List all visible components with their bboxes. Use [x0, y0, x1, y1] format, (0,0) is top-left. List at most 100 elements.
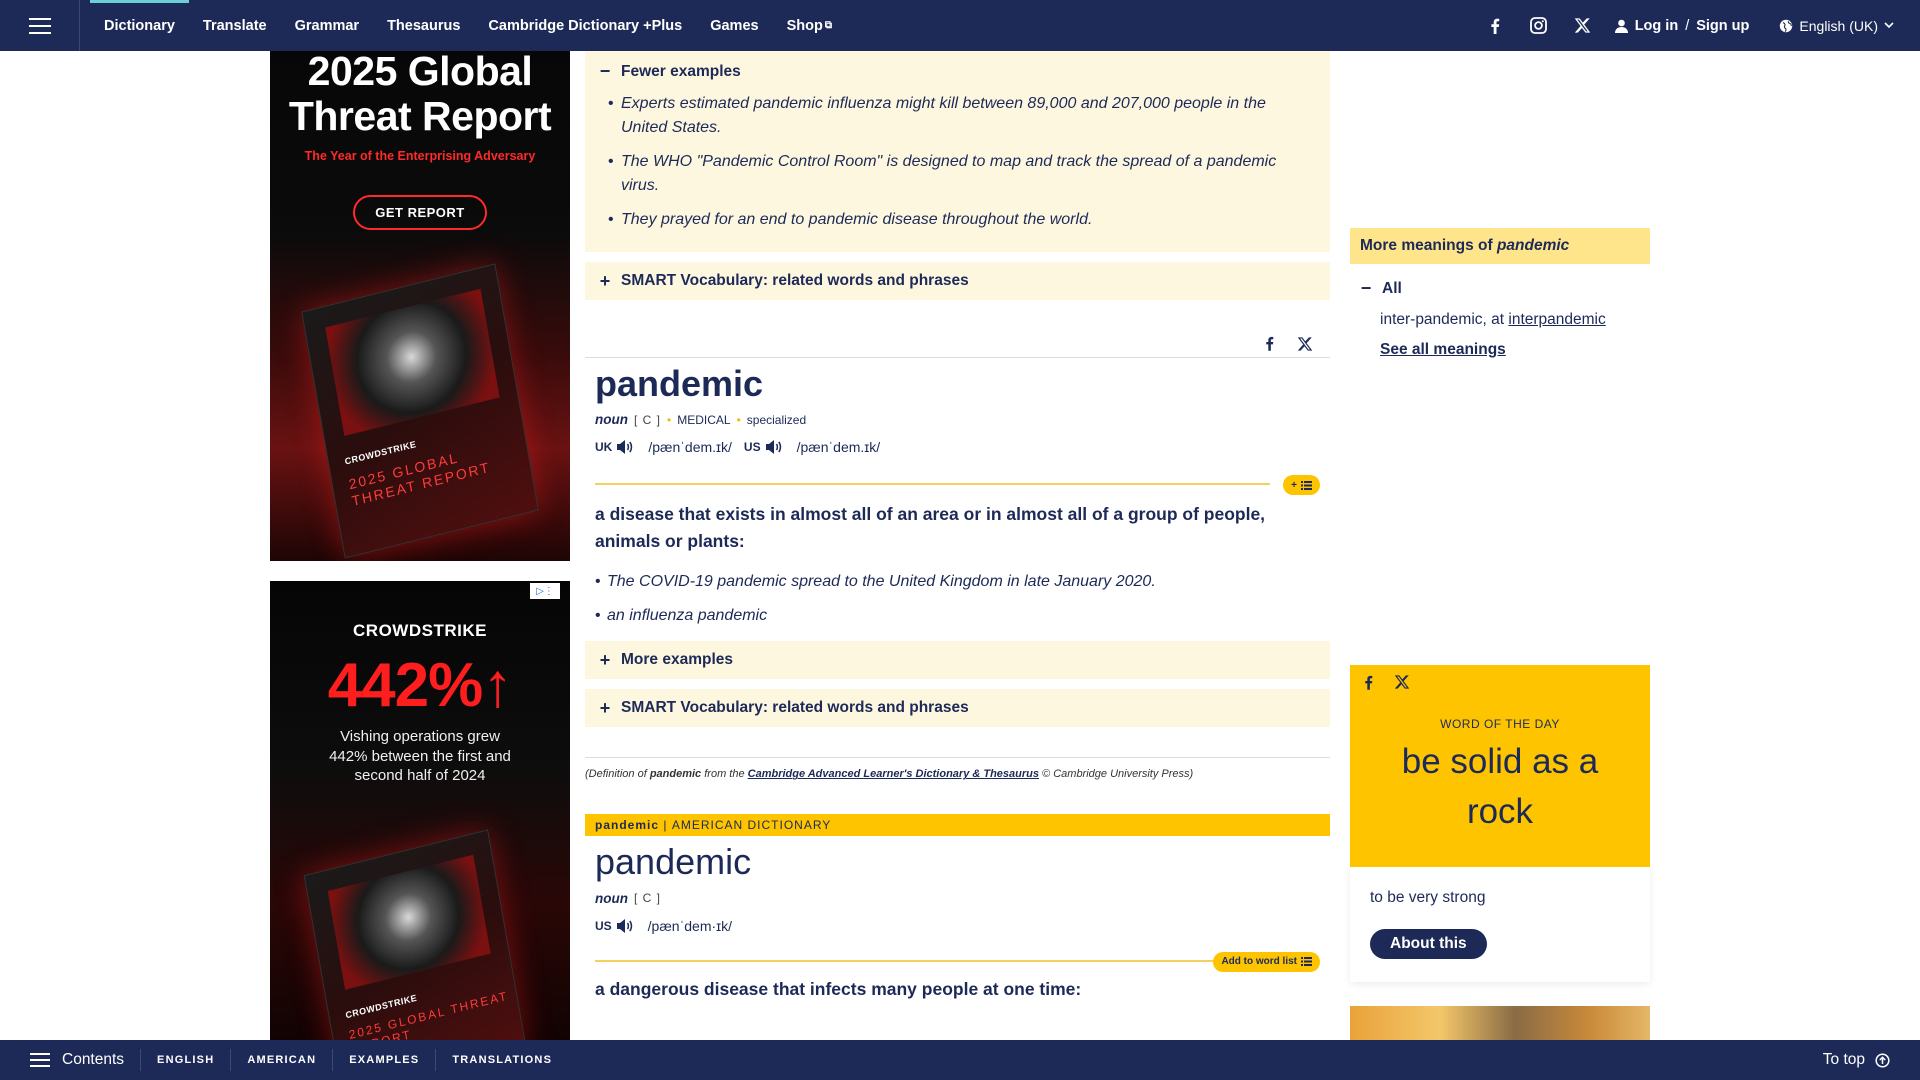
- nav-grammar[interactable]: Grammar: [281, 0, 373, 51]
- see-all-meanings-link[interactable]: See all meanings: [1360, 341, 1650, 359]
- ad-get-report-button[interactable]: GET REPORT: [353, 195, 487, 231]
- jump-examples[interactable]: EXAMPLES: [332, 1049, 435, 1071]
- facebook-icon[interactable]: [1364, 675, 1373, 690]
- examples-box: − Fewer examples Experts estimated pande…: [585, 51, 1330, 252]
- us-label: US: [743, 440, 761, 455]
- x-icon[interactable]: [1561, 0, 1605, 51]
- facebook-icon[interactable]: [1265, 336, 1274, 351]
- definition-divider: Add to word list: [595, 951, 1330, 972]
- blog-thumbnail-image[interactable]: [1350, 1006, 1650, 1040]
- wotd-share-row: [1364, 675, 1409, 690]
- jump-american[interactable]: AMERICAN: [230, 1049, 332, 1071]
- smart-vocabulary-toggle[interactable]: + SMART Vocabulary: related words and ph…: [585, 689, 1330, 728]
- x-icon[interactable]: [1298, 337, 1312, 351]
- citation-word: pandemic: [649, 768, 702, 781]
- more-examples-label: More examples: [621, 651, 733, 669]
- add-to-word-list-button[interactable]: +: [1283, 475, 1320, 496]
- domain-label: MEDICAL: [677, 412, 731, 427]
- nav-games[interactable]: Games: [696, 0, 772, 51]
- ad-subtitle: The Year of the Enterprising Adversary: [304, 149, 536, 164]
- headword: pandemic: [595, 363, 764, 404]
- more-meanings-panel: More meanings of pandemic − All inter-pa…: [1350, 228, 1650, 359]
- part-of-speech-line: noun [ C ] • MEDICAL • specialized: [585, 412, 1330, 427]
- login-link[interactable]: Log in: [1635, 18, 1679, 34]
- more-meanings-all-toggle[interactable]: − All: [1360, 278, 1650, 299]
- example-item: The WHO "Pandemic Control Room" is desig…: [599, 150, 1315, 198]
- instagram-icon[interactable]: [1517, 0, 1561, 51]
- speaker-icon[interactable]: [765, 439, 783, 455]
- nav-plus[interactable]: Cambridge Dictionary +Plus: [474, 0, 696, 51]
- contents-button[interactable]: Contents: [0, 1051, 140, 1069]
- list-icon: [1301, 957, 1312, 967]
- chevron-down-icon: [1884, 22, 1894, 29]
- fewer-examples-toggle[interactable]: − Fewer examples: [599, 61, 1315, 82]
- ad-statistic: 442%↑: [327, 651, 514, 720]
- word-of-the-day-card: WORD OF THE DAY be solid as a rock to be…: [1350, 665, 1650, 982]
- signup-link[interactable]: Sign up: [1696, 18, 1749, 34]
- entry-share-row: [585, 300, 1330, 358]
- login-separator: /: [1685, 17, 1690, 34]
- definition-examples: The COVID-19 pandemic spread to the Unit…: [585, 571, 1330, 627]
- add-to-word-list-button[interactable]: Add to word list: [1213, 951, 1320, 972]
- advertisement-vishing[interactable]: ▷⋮ CROWDSTRIKE 442%↑ Vishing operations …: [270, 581, 570, 1040]
- american-part-of-speech-line: noun [ C ]: [585, 891, 1330, 906]
- about-this-button[interactable]: About this: [1370, 929, 1487, 959]
- advertisement-threat-report[interactable]: 2025 Global Threat Report The Year of th…: [270, 51, 570, 561]
- ad-choices-icon[interactable]: ▷⋮: [530, 583, 560, 599]
- main-content: − Fewer examples Experts estimated pande…: [585, 51, 1330, 1003]
- facebook-icon[interactable]: [1473, 0, 1517, 51]
- ad-book-text: 2025 GLOBAL THREAT REPORT: [347, 449, 492, 509]
- more-meanings-header: More meanings of pandemic: [1350, 228, 1650, 264]
- arrow-up-circle-icon: [1875, 1052, 1890, 1068]
- more-examples-toggle[interactable]: + More examples: [585, 641, 1330, 680]
- separator-dot: •: [736, 412, 741, 427]
- ad-title: 2025 Global Threat Report: [288, 51, 552, 140]
- more-meanings-all-label: All: [1382, 279, 1402, 297]
- nav-dictionary[interactable]: Dictionary: [90, 0, 189, 51]
- to-top-label: To top: [1822, 1051, 1865, 1068]
- register-label[interactable]: specialized: [747, 413, 806, 427]
- more-meanings-item: inter-pandemic, at interpandemic: [1360, 311, 1650, 329]
- globe-icon: [1780, 19, 1793, 32]
- nav-translate[interactable]: Translate: [189, 0, 281, 51]
- wotd-word[interactable]: be solid as a rock: [1350, 737, 1650, 837]
- example-list: Experts estimated pandemic influenza mig…: [599, 92, 1315, 232]
- nav-right: Log in / Sign up English (UK): [1473, 0, 1920, 51]
- plus-icon: +: [1291, 479, 1297, 491]
- contents-label: Contents: [62, 1051, 125, 1068]
- plus-icon: +: [599, 697, 611, 718]
- grammar-code[interactable]: [ C ]: [634, 413, 661, 427]
- jump-translations[interactable]: TRANSLATIONS: [435, 1049, 568, 1071]
- nav-shop[interactable]: Shop ⧉: [773, 0, 846, 51]
- us-ipa: /pænˈdem.ɪk/: [796, 439, 881, 456]
- example-item: an influenza pandemic: [585, 605, 1330, 627]
- jump-english[interactable]: ENGLISH: [140, 1049, 230, 1071]
- more-meanings-item-text: inter-pandemic, at: [1380, 311, 1509, 328]
- x-icon[interactable]: [1395, 675, 1409, 689]
- speaker-icon[interactable]: [616, 918, 634, 934]
- nav-shop-label: Shop: [786, 17, 823, 34]
- ad-book-art: [327, 854, 491, 990]
- american-bar-word: pandemic: [595, 818, 660, 833]
- menu-icon[interactable]: [0, 0, 80, 51]
- word-of-the-day-body: to be very strong About this: [1350, 867, 1650, 982]
- main-nav: Dictionary Translate Grammar Thesaurus C…: [90, 0, 846, 51]
- citation-prefix: (Definition of: [585, 768, 650, 781]
- login-signup[interactable]: Log in / Sign up: [1614, 17, 1749, 34]
- american-bar-label: AMERICAN DICTIONARY: [671, 818, 832, 833]
- part-of-speech[interactable]: noun: [595, 891, 628, 906]
- example-item: They prayed for an end to pandemic disea…: [599, 208, 1315, 232]
- smart-vocabulary-toggle[interactable]: + SMART Vocabulary: related words and ph…: [585, 262, 1330, 300]
- to-top-button[interactable]: To top: [1823, 1051, 1890, 1069]
- citation-source-link[interactable]: Cambridge Advanced Learner's Dictionary …: [748, 768, 1039, 780]
- nav-thesaurus[interactable]: Thesaurus: [373, 0, 474, 51]
- list-icon: [1301, 480, 1312, 490]
- language-selector[interactable]: English (UK): [1779, 18, 1894, 34]
- uk-label: UK: [595, 440, 613, 455]
- part-of-speech[interactable]: noun: [595, 412, 628, 427]
- divider-line: [595, 483, 1270, 486]
- example-item: The COVID-19 pandemic spread to the Unit…: [585, 571, 1330, 593]
- speaker-icon[interactable]: [616, 439, 634, 455]
- grammar-code[interactable]: [ C ]: [634, 891, 661, 905]
- more-meanings-item-link[interactable]: interpandemic: [1508, 311, 1605, 328]
